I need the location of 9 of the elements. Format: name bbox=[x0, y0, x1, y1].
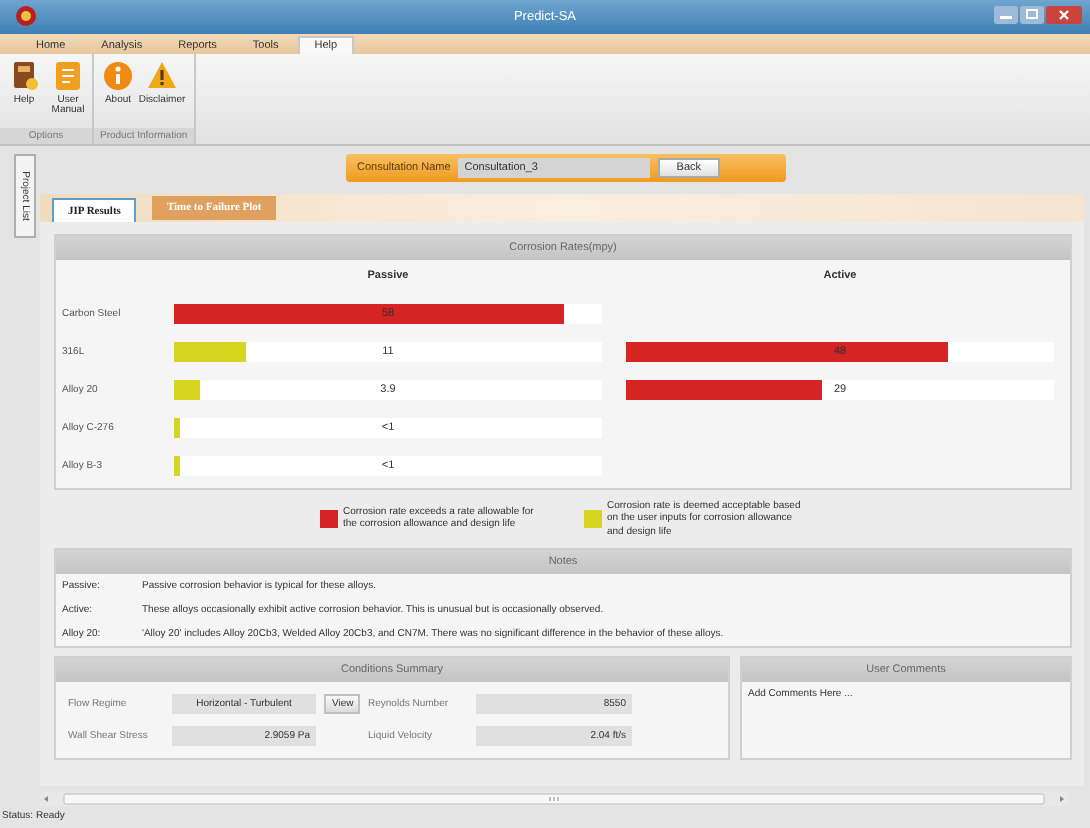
manual-icon bbox=[54, 60, 82, 92]
info-icon bbox=[104, 60, 132, 92]
minimize-button[interactable] bbox=[994, 6, 1018, 24]
close-button[interactable] bbox=[1046, 6, 1082, 24]
book-icon bbox=[10, 60, 38, 92]
warning-icon bbox=[148, 60, 176, 92]
horizontal-scrollbar[interactable] bbox=[40, 792, 1068, 806]
maximize-button[interactable] bbox=[1020, 6, 1044, 24]
app-logo-icon bbox=[16, 6, 36, 26]
